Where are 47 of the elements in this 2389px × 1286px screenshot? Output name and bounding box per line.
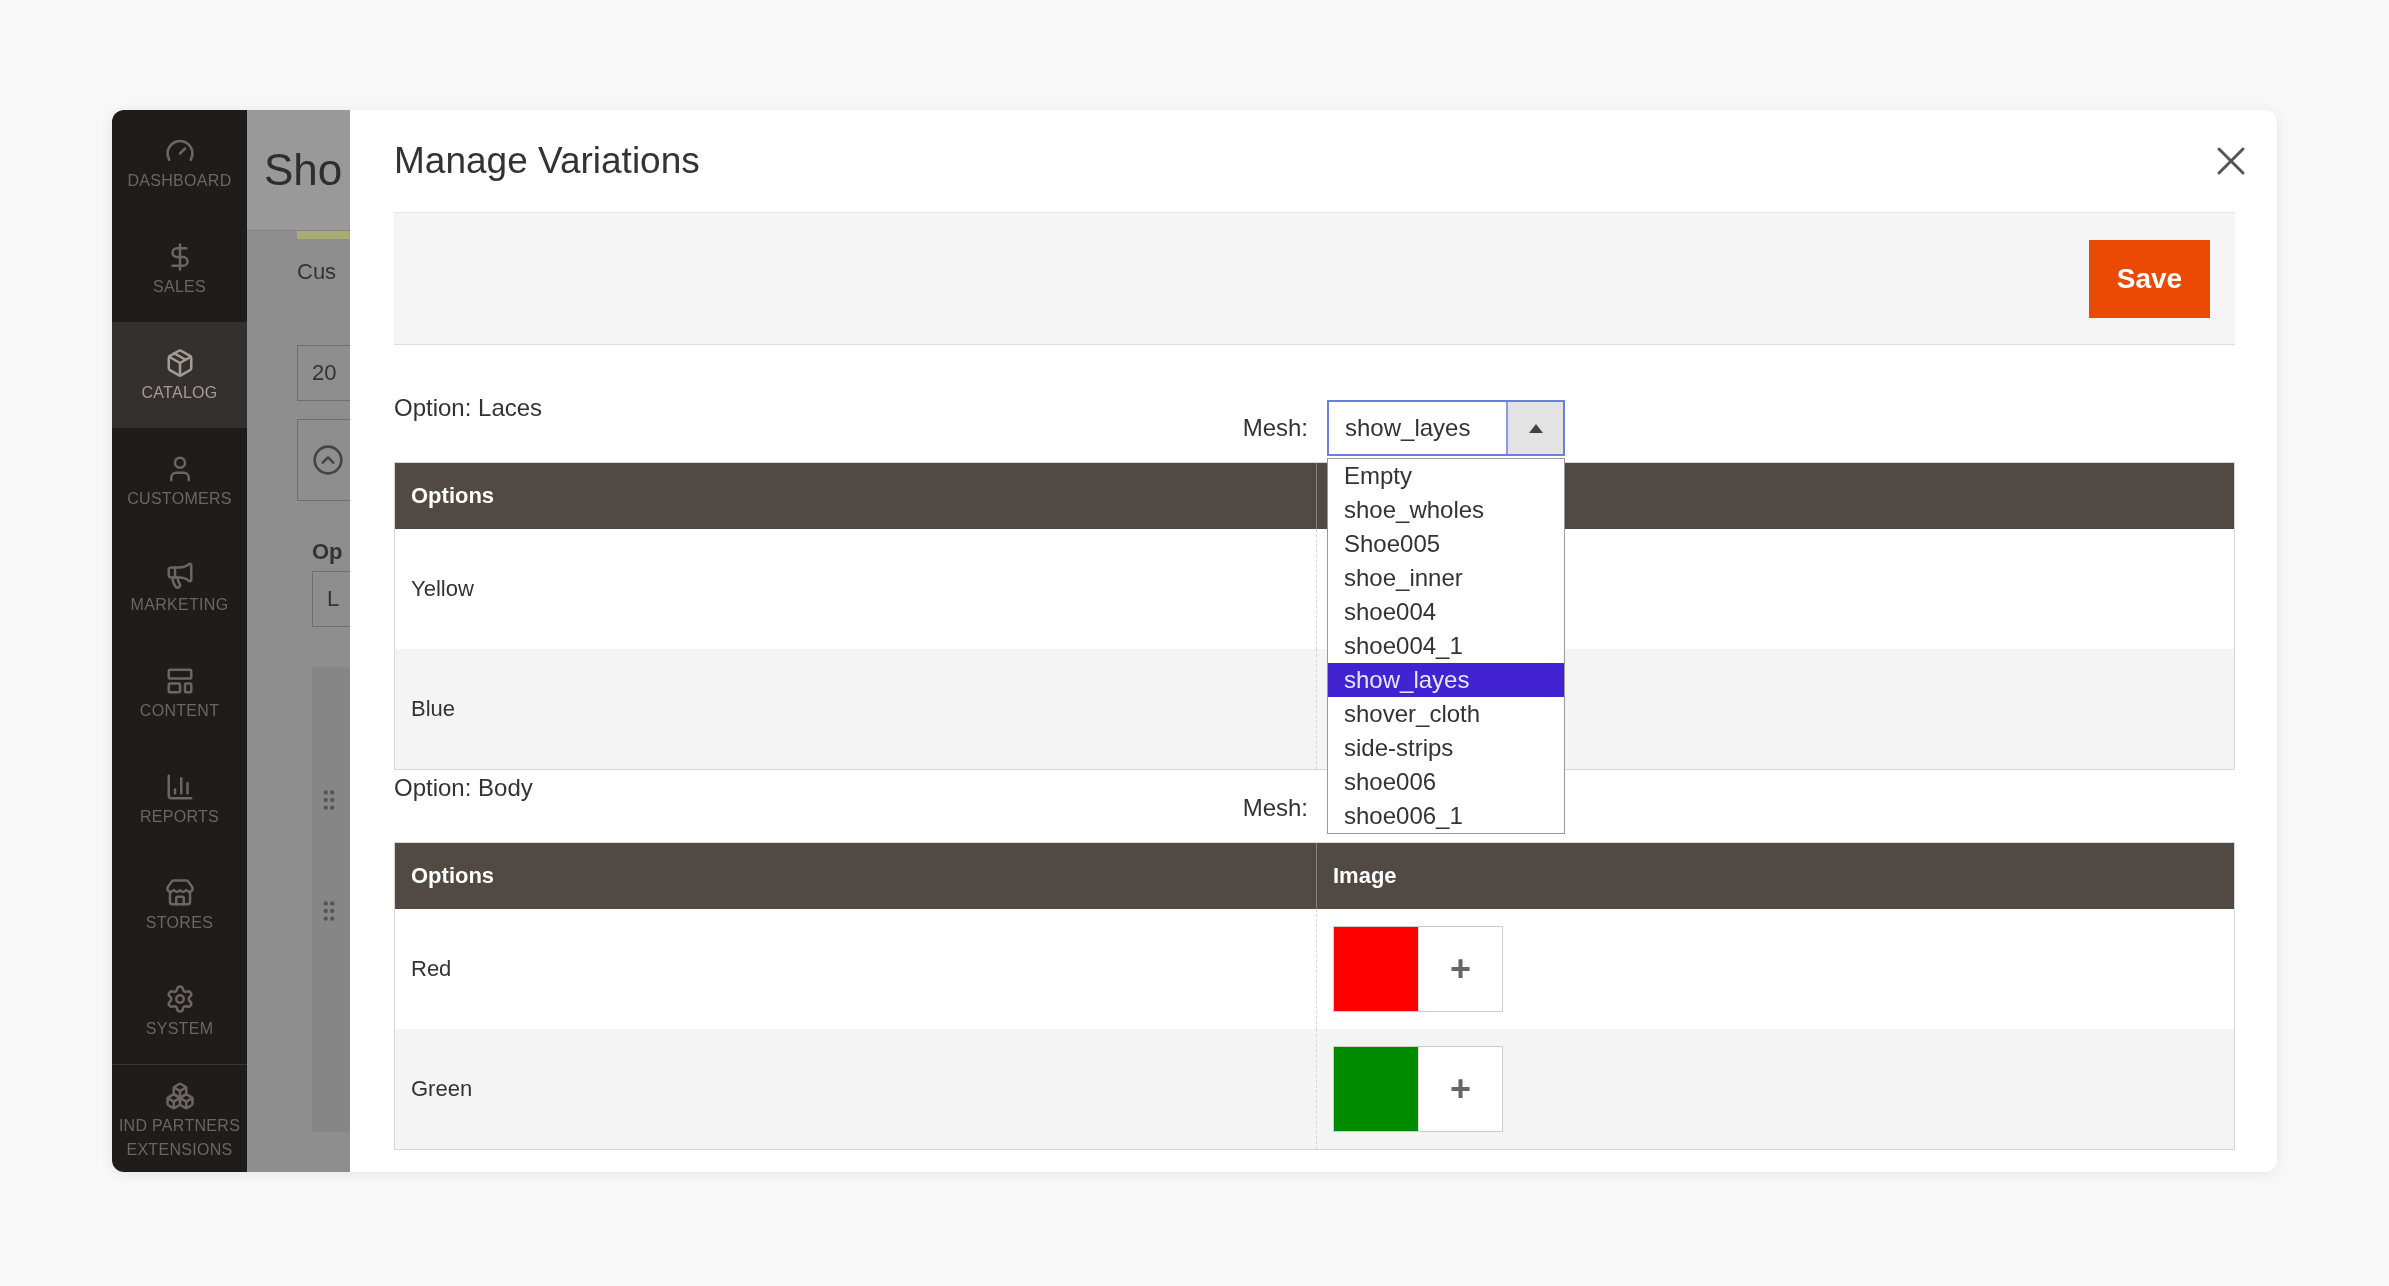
nav-label: CONTENT [139, 702, 220, 720]
page-title: Sho [264, 145, 343, 195]
sidebar-item[interactable]: SYSTEM [112, 958, 247, 1064]
table-cell-text: Yellow [410, 575, 475, 603]
mesh-label: Mesh: [1242, 794, 1308, 822]
sidebar-item[interactable]: STORES [112, 852, 247, 958]
blocks-icon [164, 1081, 195, 1111]
caret-up-icon [1528, 423, 1543, 433]
modal-title: Manage Variations [394, 140, 700, 182]
table-cell-text: Blue [410, 695, 457, 723]
nav-label: MARKETING [130, 596, 229, 614]
sidebar-item[interactable]: CONTENT [112, 640, 247, 746]
input-field[interactable]: L [312, 571, 350, 627]
nav-label: REPORTS [139, 808, 220, 826]
dropdown-option[interactable]: show_layes [1328, 663, 1564, 697]
collapsible-panel[interactable] [297, 419, 350, 501]
section-heading: Op [312, 539, 344, 565]
add-image-button[interactable]: + [1418, 1047, 1502, 1131]
nav-label: STORES [145, 914, 214, 932]
sidebar-item[interactable]: SALES [112, 216, 247, 322]
sidebar-item[interactable]: DASHBOARD [112, 110, 247, 216]
column-header: Options [410, 482, 496, 510]
mesh-select[interactable]: show_layes [1327, 400, 1565, 456]
progress-accent [297, 231, 350, 239]
gear-icon [164, 984, 195, 1014]
table-cell-text: Red [410, 955, 453, 983]
input-field[interactable]: 20 [297, 345, 350, 401]
nav-label: DASHBOARD [127, 172, 232, 190]
nav-label: SALES [152, 278, 207, 296]
save-button[interactable]: Save [2089, 239, 2210, 318]
nav-label: CUSTOMERS [127, 490, 232, 508]
nav-label: IND PARTNERS [118, 1117, 241, 1135]
option-label: Option: Body [394, 774, 533, 802]
page-tab[interactable]: Cus [297, 259, 350, 285]
mesh-label: Mesh: [1242, 414, 1308, 442]
store-icon [164, 878, 195, 908]
sidebar-item[interactable]: MARKETING [112, 534, 247, 640]
nav-label: SYSTEM [145, 1020, 214, 1038]
option-label: Option: Laces [394, 394, 543, 422]
nav-label: CATALOG [141, 384, 218, 402]
nav-label: EXTENSIONS [126, 1141, 233, 1159]
sidebar-item[interactable]: CUSTOMERS [112, 428, 247, 534]
sidebar-item[interactable]: REPORTS [112, 746, 247, 852]
sidebar-item[interactable]: CATALOG [112, 322, 247, 428]
column-header: Options [410, 862, 496, 890]
chevron-up-icon [312, 444, 344, 476]
table-cell-text: Green [410, 1075, 474, 1103]
